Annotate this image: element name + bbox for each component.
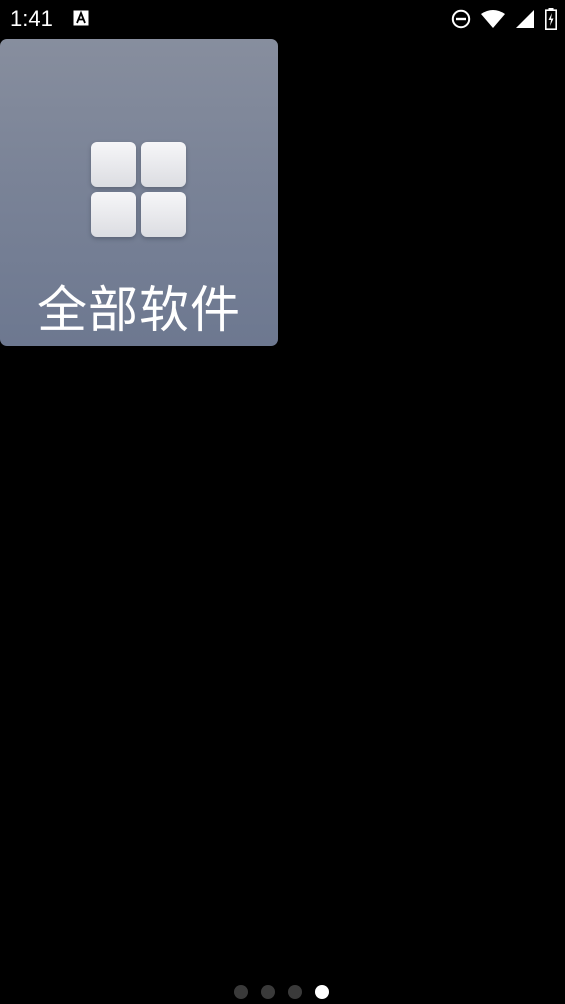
- a-with-box-icon: [73, 10, 89, 26]
- grid-cell: [91, 192, 136, 237]
- grid-icon: [90, 141, 187, 238]
- status-time: 1:41: [10, 6, 53, 31]
- grid-cell: [91, 142, 136, 187]
- page-dot-3[interactable]: [288, 985, 302, 999]
- grid-cell: [141, 192, 186, 237]
- do-not-disturb-icon: [451, 9, 471, 29]
- page-dot-2[interactable]: [261, 985, 275, 999]
- grid-cell: [141, 142, 186, 187]
- page-dot-1[interactable]: [234, 985, 248, 999]
- all-apps-label: 全部软件: [37, 281, 241, 339]
- page-indicator: [234, 985, 329, 999]
- status-bar: 1:41: [0, 0, 565, 38]
- signal-icon: [516, 10, 534, 28]
- status-icons: [451, 8, 557, 30]
- page-dot-4-active[interactable]: [315, 985, 329, 999]
- all-apps-tile[interactable]: 全部软件: [0, 39, 278, 346]
- wifi-icon: [481, 10, 505, 28]
- battery-charging-icon: [545, 8, 557, 30]
